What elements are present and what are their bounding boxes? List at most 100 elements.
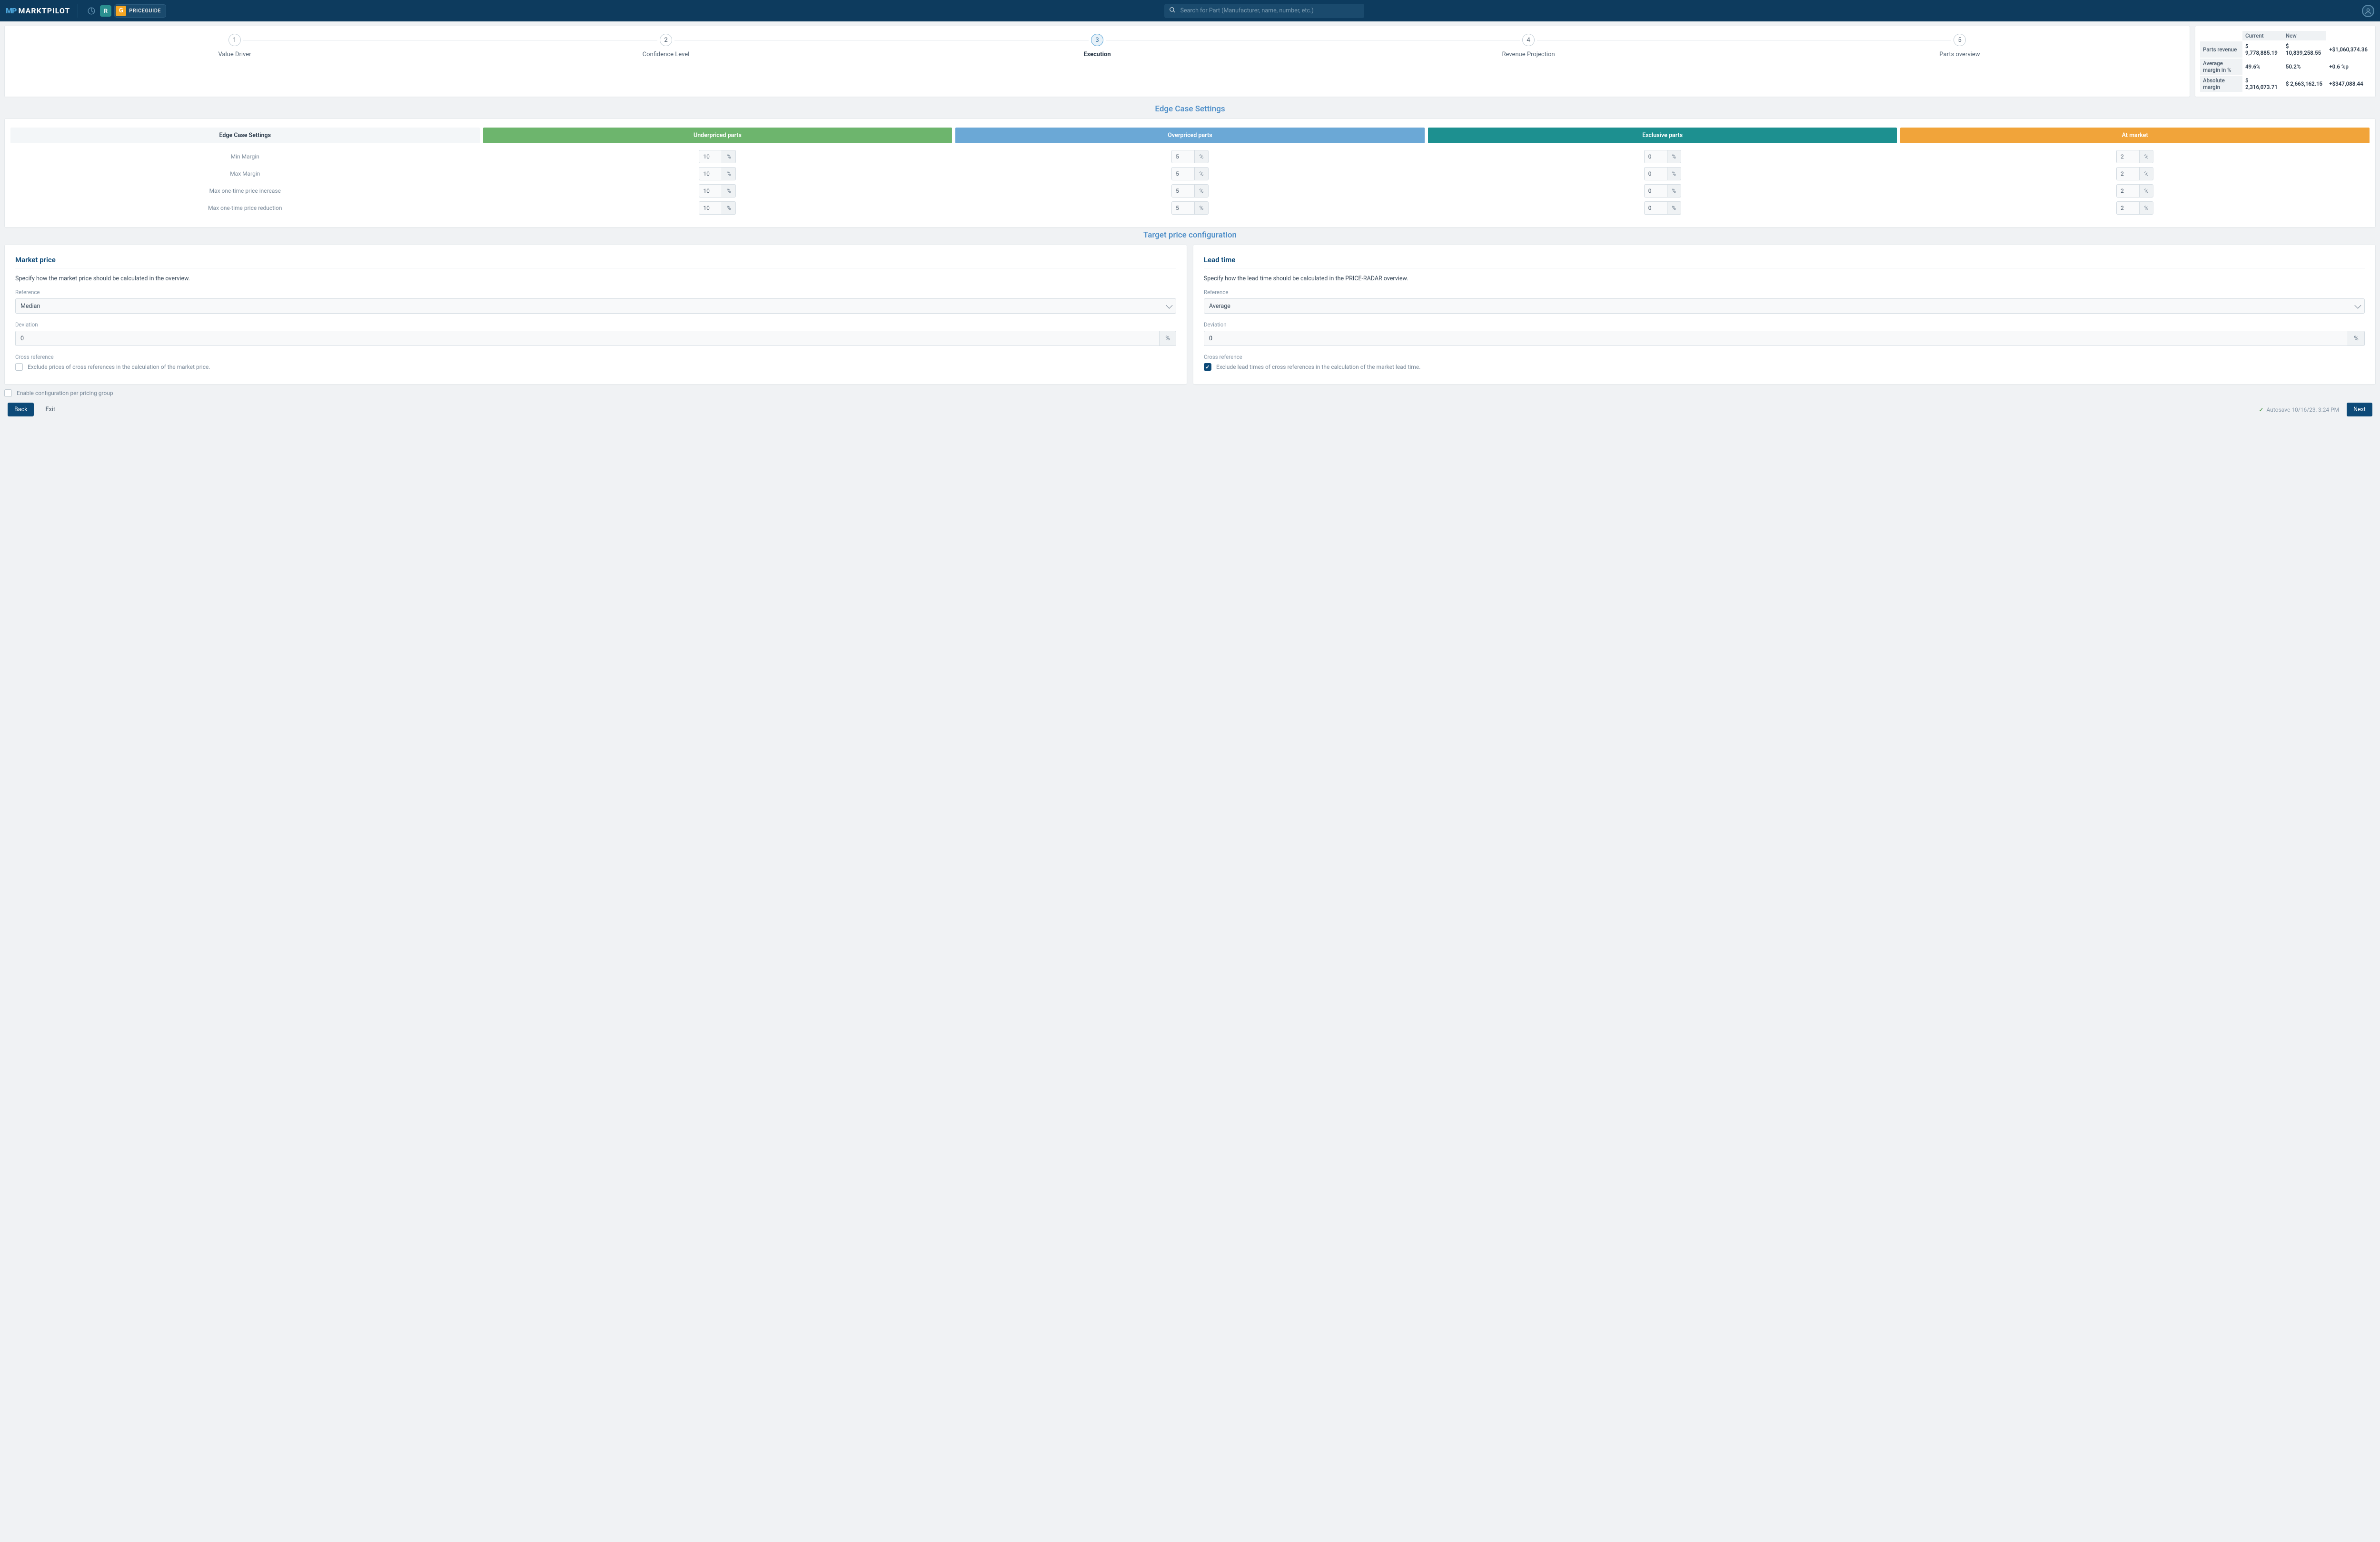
edge-input-wrap: % <box>1900 201 2370 215</box>
reference-select[interactable]: Average <box>1204 298 2365 314</box>
deviation-input[interactable] <box>15 331 1159 346</box>
edge-input-group: % <box>1644 167 1681 180</box>
edge-input-group: % <box>1171 201 1209 215</box>
edge-input-wrap: % <box>955 201 1425 215</box>
radar-icon[interactable]: R <box>100 5 111 17</box>
edge-header-label: Edge Case Settings <box>10 128 480 143</box>
edge-input-group: % <box>2116 201 2153 215</box>
next-button[interactable]: Next <box>2347 403 2372 416</box>
percent-unit: % <box>722 201 736 215</box>
card-title: Market price <box>15 256 1176 264</box>
percent-unit: % <box>722 184 736 198</box>
section-title-target: Target price configuration <box>0 230 2380 240</box>
edge-value-input[interactable] <box>1644 167 1667 180</box>
step-confidence-level[interactable]: 2 Confidence Level <box>450 34 882 58</box>
check-icon: ✓ <box>2259 406 2263 413</box>
edge-input-group: % <box>2116 167 2153 180</box>
cross-ref-label: Cross reference <box>1204 354 2365 360</box>
deviation-input-group: % <box>15 331 1176 346</box>
metrics-table: Current New Parts revenue $ 9,778,885.19… <box>2200 30 2370 93</box>
edge-value-input[interactable] <box>2116 201 2139 215</box>
edge-input-group: % <box>699 167 736 180</box>
search-input[interactable] <box>1164 4 1364 18</box>
deviation-input[interactable] <box>1204 331 2348 346</box>
edge-input-wrap: % <box>1428 150 1897 163</box>
edge-row-label: Max Margin <box>10 170 480 177</box>
percent-unit: % <box>2348 331 2365 346</box>
edge-input-group: % <box>699 150 736 163</box>
edge-input-group: % <box>1644 184 1681 198</box>
step-label: Execution <box>1083 51 1111 58</box>
metric-new: $ 2,663,162.15 <box>2283 76 2326 92</box>
deviation-label: Deviation <box>1204 321 2365 328</box>
edge-value-input[interactable] <box>699 150 722 163</box>
checkbox-label: Enable configuration per pricing group <box>17 390 113 396</box>
edge-input-group: % <box>699 184 736 198</box>
chart-icon[interactable] <box>86 5 97 17</box>
exclude-leadtimes-checkbox[interactable] <box>1204 363 1211 371</box>
app-header: MP MARKTPILOT R G PRICEGUIDE <box>0 0 2380 21</box>
chevron-down-icon <box>1166 302 1172 309</box>
percent-unit: % <box>1159 331 1176 346</box>
metrics-card: Current New Parts revenue $ 9,778,885.19… <box>2195 26 2376 97</box>
edge-row: Max Margin%%%% <box>10 167 2370 180</box>
priceguide-badge[interactable]: G PRICEGUIDE <box>114 4 166 18</box>
footer-left: Back Exit <box>8 403 62 416</box>
step-execution[interactable]: 3 Execution <box>882 34 1313 58</box>
edge-row: Min Margin%%%% <box>10 150 2370 163</box>
edge-input-wrap: % <box>483 201 952 215</box>
card-desc: Specify how the lead time should be calc… <box>1204 275 2365 282</box>
percent-unit: % <box>2139 167 2153 180</box>
enable-per-group-checkbox[interactable] <box>4 389 12 397</box>
step-circle: 4 <box>1522 34 1535 46</box>
edge-value-input[interactable] <box>1644 201 1667 215</box>
edge-input-group: % <box>1171 150 1209 163</box>
logo[interactable]: MP MARKTPILOT <box>6 6 70 15</box>
edge-value-input[interactable] <box>1171 150 1194 163</box>
step-parts-overview[interactable]: 5 Parts overview <box>1744 34 2175 58</box>
edge-value-input[interactable] <box>699 167 722 180</box>
metric-delta: +$1,060,374.36 <box>2326 41 2370 58</box>
deviation-input-group: % <box>1204 331 2365 346</box>
exclude-prices-checkbox[interactable] <box>15 363 23 371</box>
edge-input-wrap: % <box>1428 167 1897 180</box>
edge-input-group: % <box>1644 201 1681 215</box>
edge-value-input[interactable] <box>1171 184 1194 198</box>
metric-new: 50.2% <box>2283 59 2326 75</box>
table-row: Absolute margin $ 2,316,073.71 $ 2,663,1… <box>2200 76 2370 92</box>
exit-button[interactable]: Exit <box>39 403 61 416</box>
edge-value-input[interactable] <box>2116 184 2139 198</box>
edge-value-input[interactable] <box>2116 167 2139 180</box>
step-circle: 5 <box>1954 34 1966 46</box>
step-value-driver[interactable]: 1 Value Driver <box>19 34 450 58</box>
lead-time-card: Lead time Specify how the lead time shou… <box>1193 245 2376 385</box>
checkbox-label: Exclude lead times of cross references i… <box>1216 364 1420 370</box>
edge-value-input[interactable] <box>1171 201 1194 215</box>
edge-value-input[interactable] <box>1171 167 1194 180</box>
edge-value-input[interactable] <box>699 184 722 198</box>
edge-input-wrap: % <box>1900 167 2370 180</box>
autosave-text: Autosave 10/16/23, 3:24 PM <box>2267 406 2340 413</box>
edge-input-wrap: % <box>483 184 952 198</box>
logo-icon: MP <box>6 6 16 15</box>
stepper: 1 Value Driver 2 Confidence Level 3 Exec… <box>19 34 2175 58</box>
metric-new: $ 10,839,258.55 <box>2283 41 2326 58</box>
edge-input-wrap: % <box>1900 150 2370 163</box>
edge-value-input[interactable] <box>2116 150 2139 163</box>
deviation-label: Deviation <box>15 321 1176 328</box>
card-title: Lead time <box>1204 256 2365 264</box>
edge-input-group: % <box>1644 150 1681 163</box>
edge-value-input[interactable] <box>699 201 722 215</box>
logo-text: MARKTPILOT <box>18 6 70 15</box>
step-revenue-projection[interactable]: 4 Revenue Projection <box>1313 34 1744 58</box>
back-button[interactable]: Back <box>8 403 34 416</box>
reference-select[interactable]: Median <box>15 298 1176 314</box>
metric-label: Average margin in % <box>2200 59 2242 75</box>
step-circle: 2 <box>660 34 672 46</box>
percent-unit: % <box>1194 184 1209 198</box>
avatar[interactable] <box>2362 5 2374 17</box>
edge-value-input[interactable] <box>1644 150 1667 163</box>
edge-input-wrap: % <box>483 150 952 163</box>
edge-value-input[interactable] <box>1644 184 1667 198</box>
edge-row: Max one-time price increase%%%% <box>10 184 2370 198</box>
